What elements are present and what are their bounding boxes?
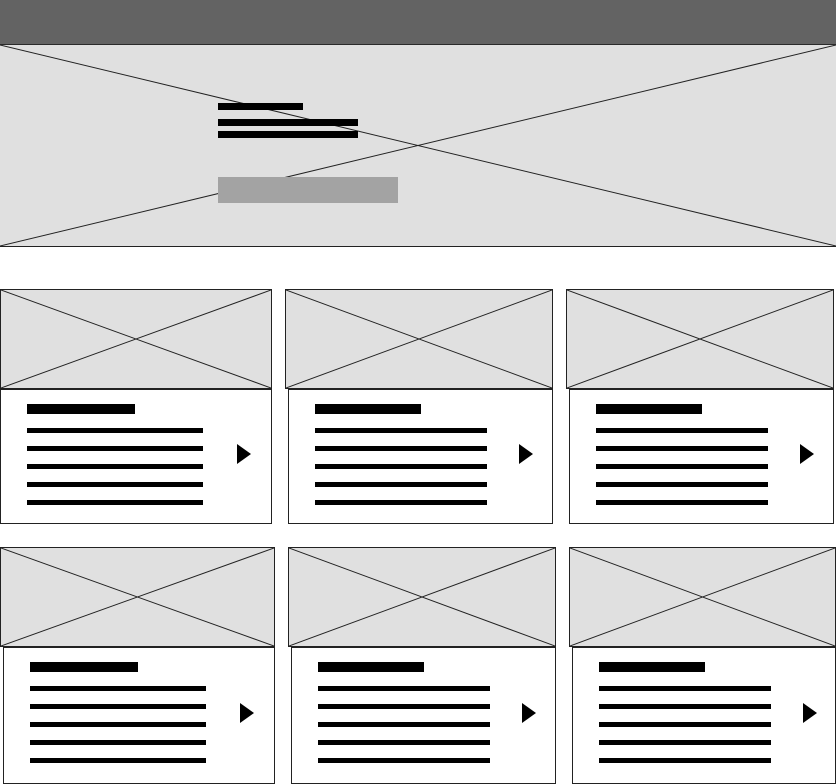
card-image-placeholder xyxy=(566,289,834,389)
card-text-line xyxy=(30,758,206,763)
play-right-icon[interactable] xyxy=(800,444,814,464)
card-text-line xyxy=(30,722,206,727)
card-body[interactable] xyxy=(291,647,556,784)
card-image-placeholder xyxy=(569,547,836,647)
card-title-line xyxy=(599,662,705,672)
card-text-line xyxy=(318,740,490,745)
image-placeholder-cross-icon xyxy=(567,290,833,388)
hero-text-line xyxy=(218,119,358,126)
image-placeholder-cross-icon xyxy=(1,548,274,646)
card-text-line xyxy=(599,704,771,709)
card-text-line xyxy=(30,686,206,691)
card-text-line xyxy=(30,704,206,709)
card-image-placeholder xyxy=(288,547,556,647)
card-text-line xyxy=(599,740,771,745)
card-text-line xyxy=(318,722,490,727)
card-text-line xyxy=(30,740,206,745)
card-text-line xyxy=(315,464,487,469)
card-text-line xyxy=(596,482,768,487)
card-body[interactable] xyxy=(288,389,553,524)
play-right-icon[interactable] xyxy=(237,444,251,464)
image-placeholder-cross-icon xyxy=(570,548,835,646)
play-right-icon[interactable] xyxy=(803,703,817,723)
play-right-icon[interactable] xyxy=(240,703,254,723)
card-text-line xyxy=(315,500,487,505)
play-right-icon[interactable] xyxy=(522,703,536,723)
card-text-line xyxy=(315,482,487,487)
card-text-line xyxy=(596,428,768,433)
hero-cta-button[interactable] xyxy=(218,177,398,203)
card-title-line xyxy=(30,662,138,672)
hero-text-line xyxy=(218,131,358,138)
card-image-placeholder xyxy=(0,547,275,647)
image-placeholder-cross-icon xyxy=(0,45,836,246)
card-text-line xyxy=(27,500,203,505)
image-placeholder-cross-icon xyxy=(289,548,555,646)
card-title-line xyxy=(27,404,135,414)
card-text-line xyxy=(315,428,487,433)
card-text-line xyxy=(596,446,768,451)
card-text-line xyxy=(27,428,203,433)
card-text-line xyxy=(318,758,490,763)
card-text-line xyxy=(27,464,203,469)
card-text-line xyxy=(27,482,203,487)
card-text-line xyxy=(315,446,487,451)
hero-heading-line xyxy=(218,103,303,110)
card-text-line xyxy=(318,704,490,709)
card-text-line xyxy=(27,446,203,451)
card-image-placeholder xyxy=(0,289,272,389)
header-bar xyxy=(0,0,836,45)
card-text-line xyxy=(599,686,771,691)
image-placeholder-cross-icon xyxy=(286,290,552,388)
image-placeholder-cross-icon xyxy=(1,290,271,388)
hero-image-placeholder xyxy=(0,45,836,247)
card-title-line xyxy=(596,404,702,414)
card-body[interactable] xyxy=(572,647,836,784)
card-text-line xyxy=(596,464,768,469)
card-body[interactable] xyxy=(3,647,275,784)
card-text-line xyxy=(599,722,771,727)
card-title-line xyxy=(318,662,424,672)
card-body[interactable] xyxy=(569,389,834,524)
card-title-line xyxy=(315,404,421,414)
card-text-line xyxy=(318,686,490,691)
play-right-icon[interactable] xyxy=(519,444,533,464)
card-body[interactable] xyxy=(0,389,272,524)
card-text-line xyxy=(596,500,768,505)
card-image-placeholder xyxy=(285,289,553,389)
card-text-line xyxy=(599,758,771,763)
